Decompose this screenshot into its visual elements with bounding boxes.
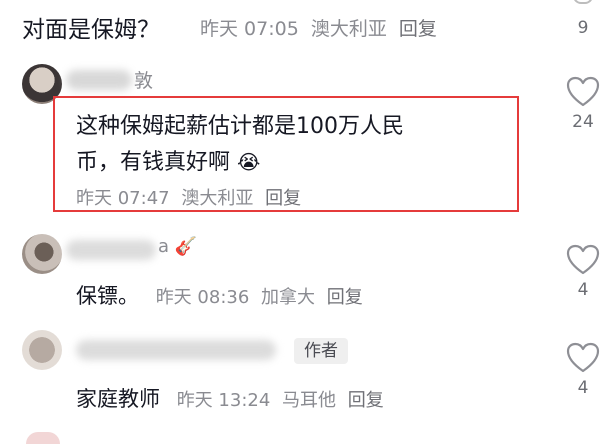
avatar[interactable] — [22, 330, 62, 370]
like-count: 4 — [577, 280, 589, 300]
crying-face-emoji-icon: 😭 — [237, 150, 261, 174]
blurred-username[interactable] — [66, 240, 156, 260]
comment-time: 昨天 07:05 — [200, 18, 299, 40]
author-badge: 作者 — [294, 338, 348, 364]
comment-meta: 昨天 13:24 马耳他 回复 — [177, 390, 384, 411]
comment-meta: 昨天 07:47 澳大利亚 回复 — [76, 184, 301, 210]
comment-time: 昨天 13:24 — [176, 390, 271, 411]
username-fragment-text: a — [158, 236, 170, 257]
like-button[interactable]: 4 — [558, 342, 608, 398]
comment-text: 保镖。 昨天 08:36 加拿大 回复 — [76, 280, 363, 310]
comment-time: 昨天 07:47 — [76, 188, 170, 209]
comment-text-line-1: 这种保姆起薪估计都是100万人民 — [76, 114, 404, 139]
comment-meta: 昨天 08:36 加拿大 回复 — [156, 287, 363, 308]
comment-text-body: 家庭教师 — [76, 387, 160, 411]
like-count: 9 — [577, 18, 589, 38]
heart-outline-icon — [566, 342, 600, 373]
comment-text: 家庭教师 昨天 13:24 马耳他 回复 — [76, 383, 384, 413]
comment-location: 澳大利亚 — [310, 18, 387, 40]
comment-text: 对面是保姆？ — [22, 17, 160, 43]
avatar[interactable] — [22, 234, 62, 274]
heart-outline-icon — [566, 76, 600, 107]
blurred-username[interactable] — [76, 340, 276, 360]
comment-location: 加拿大 — [261, 287, 316, 308]
reply-button[interactable]: 回复 — [399, 18, 437, 40]
comment-text-body: 保镖。 — [76, 284, 139, 308]
comment-time: 昨天 08:36 — [155, 287, 250, 308]
comment-location: 澳大利亚 — [181, 188, 254, 209]
reply-button[interactable]: 回复 — [327, 287, 363, 308]
guitar-emoji-icon: 🎸 — [174, 236, 198, 257]
reply-button[interactable]: 回复 — [348, 390, 384, 411]
like-count: 24 — [572, 112, 594, 132]
comment-text-line-2: 币，有钱真好啊 😭 — [76, 144, 260, 176]
like-button[interactable]: 24 — [558, 76, 608, 132]
username-visible-fragment: 敦 — [134, 70, 154, 92]
heart-outline-icon — [566, 244, 600, 275]
reply-button[interactable]: 回复 — [265, 188, 301, 209]
comment-meta: 昨天 07:05 澳大利亚 回复 — [200, 14, 437, 41]
like-button[interactable]: 4 — [558, 244, 608, 300]
blurred-username[interactable] — [66, 70, 132, 90]
comment-location: 马耳他 — [282, 390, 337, 411]
next-avatar-fragment — [26, 432, 60, 444]
comment-text-line-2-text: 币，有钱真好啊 — [76, 150, 231, 175]
like-button[interactable]: 9 — [558, 0, 608, 38]
like-count: 4 — [577, 378, 589, 398]
username-visible-fragment: a 🎸 — [158, 236, 197, 257]
